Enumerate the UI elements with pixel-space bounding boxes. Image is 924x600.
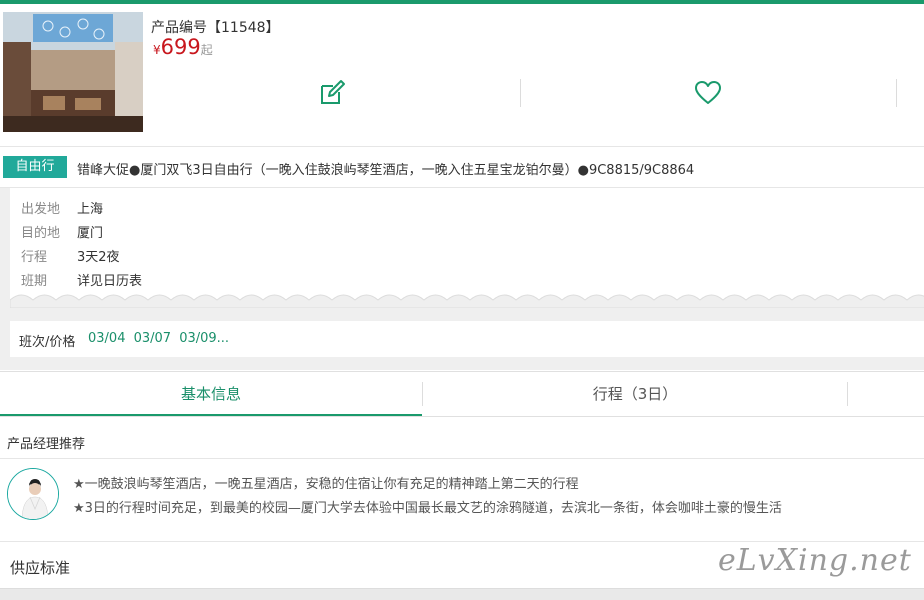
info-key: 班期 — [21, 274, 48, 289]
schedule-bar: 班次/价格 03/04 03/07 03/09... — [10, 321, 924, 357]
edit-button[interactable] — [312, 76, 352, 110]
recommend-item: ★3日的行程时间充足，到最美的校园—厦门大学去体验中国最长最文艺的涂鸦隧道，去滨… — [73, 501, 782, 516]
product-price: ¥699起 — [153, 35, 213, 59]
info-card: 出发地 上海 目的地 厦门 行程 3天2夜 班期 详见日历表 班次/价格 03/04 0… — [0, 188, 924, 370]
info-row-duration: 行程 3天2夜 — [21, 246, 120, 265]
tab-basic-info[interactable]: 基本信息 — [0, 372, 422, 416]
divider — [0, 458, 924, 459]
info-value: 详见日历表 — [77, 274, 143, 289]
action-separator — [896, 79, 897, 107]
product-title: 错峰大促●厦门双飞3日自由行（一晚入住鼓浪屿琴笙酒店，一晚入住五星宝龙铂尔曼）●… — [77, 163, 695, 178]
bottom-band — [0, 588, 924, 600]
recommend-title: 产品经理推荐 — [7, 437, 86, 452]
info-key: 目的地 — [21, 226, 61, 241]
info-row-destination: 目的地 厦门 — [21, 222, 103, 241]
tab-separator — [847, 382, 848, 406]
product-title-row: 自由行 错峰大促●厦门双飞3日自由行（一晚入住鼓浪屿琴笙酒店，一晚入住五星宝龙铂… — [0, 146, 924, 188]
type-badge: 自由行 — [3, 156, 67, 178]
schedule-label: 班次/价格 — [19, 335, 76, 350]
info-value: 上海 — [77, 202, 104, 217]
action-separator — [520, 79, 521, 107]
supply-label: 供应标准 — [10, 559, 71, 577]
info-key: 出发地 — [21, 202, 61, 217]
tab-bar: 基本信息 行程（3日） — [0, 371, 924, 417]
product-header: 产品编号【11548】 ¥699起 — [0, 4, 924, 146]
edit-icon — [321, 80, 345, 104]
info-value: 厦门 — [77, 226, 104, 241]
heart-icon — [695, 81, 721, 104]
info-value: 3天2夜 — [77, 250, 120, 265]
scallop-edge — [10, 294, 924, 308]
info-key: 行程 — [21, 250, 48, 265]
product-thumbnail[interactable] — [3, 12, 143, 132]
price-suffix: 起 — [200, 43, 213, 57]
favorite-button[interactable] — [688, 76, 728, 110]
info-row-schedule: 班期 详见日历表 — [21, 270, 142, 289]
recommend-item: ★一晚鼓浪屿琴笙酒店，一晚五星酒店，安稳的住宿让你有充足的精神踏上第二天的行程 — [73, 477, 579, 492]
avatar — [7, 468, 59, 520]
product-code: 产品编号【11548】 — [151, 20, 280, 36]
currency-symbol: ¥ — [153, 43, 161, 57]
price-value: 699 — [160, 35, 201, 59]
tab-itinerary[interactable]: 行程（3日） — [423, 372, 847, 416]
info-row-departure: 出发地 上海 — [21, 198, 103, 217]
schedule-dates[interactable]: 03/04 03/07 03/09... — [88, 331, 229, 346]
watermark-logo: eLvXing.net — [718, 543, 912, 578]
active-tab-underline — [0, 414, 422, 416]
info-panel: 出发地 上海 目的地 厦门 行程 3天2夜 班期 详见日历表 — [10, 188, 924, 308]
